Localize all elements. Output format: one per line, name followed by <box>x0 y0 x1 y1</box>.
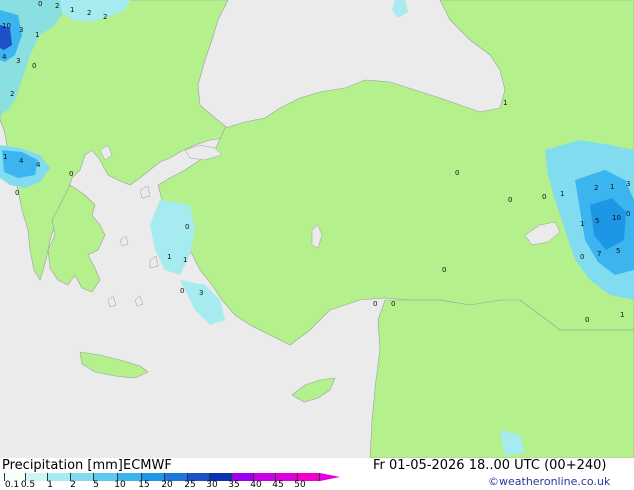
point-value: 1 <box>183 256 187 264</box>
legend-footer: Precipitation [mm] ECMWF Fr 01-05-2026 1… <box>0 458 634 490</box>
point-value: 0 <box>180 287 184 295</box>
point-value: 5 <box>595 217 599 225</box>
valid-time: Fr 01-05-2026 18..00 UTC (00+240) <box>373 458 607 473</box>
point-value: 1 <box>503 99 507 107</box>
point-value: 10 <box>612 214 621 222</box>
scale-tick-label: 35 <box>228 480 240 490</box>
point-value: 5 <box>616 247 620 255</box>
point-value: 3 <box>16 57 20 65</box>
legend-title: Precipitation [mm] <box>2 458 123 473</box>
point-value: 2 <box>87 9 91 17</box>
point-value: 2 <box>594 184 598 192</box>
point-value: 0 <box>391 300 395 308</box>
point-value: 4 <box>36 161 41 169</box>
point-value: 2 <box>55 2 59 10</box>
point-value: 1 <box>35 31 39 39</box>
scale-tick-label: 25 <box>184 480 196 490</box>
point-value: 0 <box>542 193 546 201</box>
point-value: 1 <box>70 6 74 14</box>
scale-tick-label: 50 <box>294 480 306 490</box>
scale-tick-label: 10 <box>114 480 126 490</box>
point-value: 0 <box>69 170 73 178</box>
scale-tick-label: 20 <box>161 480 173 490</box>
point-value: 0 <box>455 169 459 177</box>
point-value: 1 <box>620 311 624 319</box>
scale-tick-label: 5 <box>93 480 99 490</box>
point-value: 1 <box>560 190 564 198</box>
point-value: 3 <box>199 289 203 297</box>
point-value: 0 <box>15 189 19 197</box>
point-value: 4 <box>19 157 24 165</box>
scale-tick-label: 2 <box>70 480 76 490</box>
color-scale-ticks: 0.1 0.5 1 2 5 10 15 20 25 30 35 40 45 50 <box>0 480 340 490</box>
scale-tick-label: 0.1 <box>4 480 20 490</box>
point-value: 0 <box>626 210 630 218</box>
point-value: 0 <box>38 0 42 8</box>
scale-tick-label: 45 <box>272 480 284 490</box>
point-value: 0 <box>508 196 512 204</box>
scale-tick-label: 15 <box>138 480 150 490</box>
point-value: 0 <box>442 266 446 274</box>
point-value: 2 <box>10 90 14 98</box>
point-value: 1 <box>610 183 614 191</box>
point-value: 2 <box>103 13 107 21</box>
credit-link[interactable]: ©weatheronline.co.uk <box>488 475 610 488</box>
scale-tick-label: 0.5 <box>20 480 36 490</box>
point-value: 1 <box>580 220 584 228</box>
precipitation-map: 0 2 1 2 2 10 3 1 4 3 0 2 1 4 4 0 0 0 0 1… <box>0 0 634 458</box>
point-value: 0 <box>185 223 189 231</box>
point-value: 7 <box>597 250 601 258</box>
point-value: 1 <box>167 253 171 261</box>
point-value: 0 <box>585 316 589 324</box>
scale-tick-label: 1 <box>47 480 53 490</box>
scale-tick-label: 30 <box>206 480 218 490</box>
model-name: ECMWF <box>123 458 172 473</box>
point-value: 1 <box>3 153 7 161</box>
point-value: 0 <box>32 62 36 70</box>
point-value: 0 <box>373 300 377 308</box>
point-value: 0 <box>580 253 584 261</box>
point-value: 10 <box>2 22 11 30</box>
scale-tick-label: 40 <box>250 480 262 490</box>
point-value: 3 <box>626 180 630 188</box>
point-value: 4 <box>2 53 7 61</box>
point-value: 3 <box>19 26 23 34</box>
